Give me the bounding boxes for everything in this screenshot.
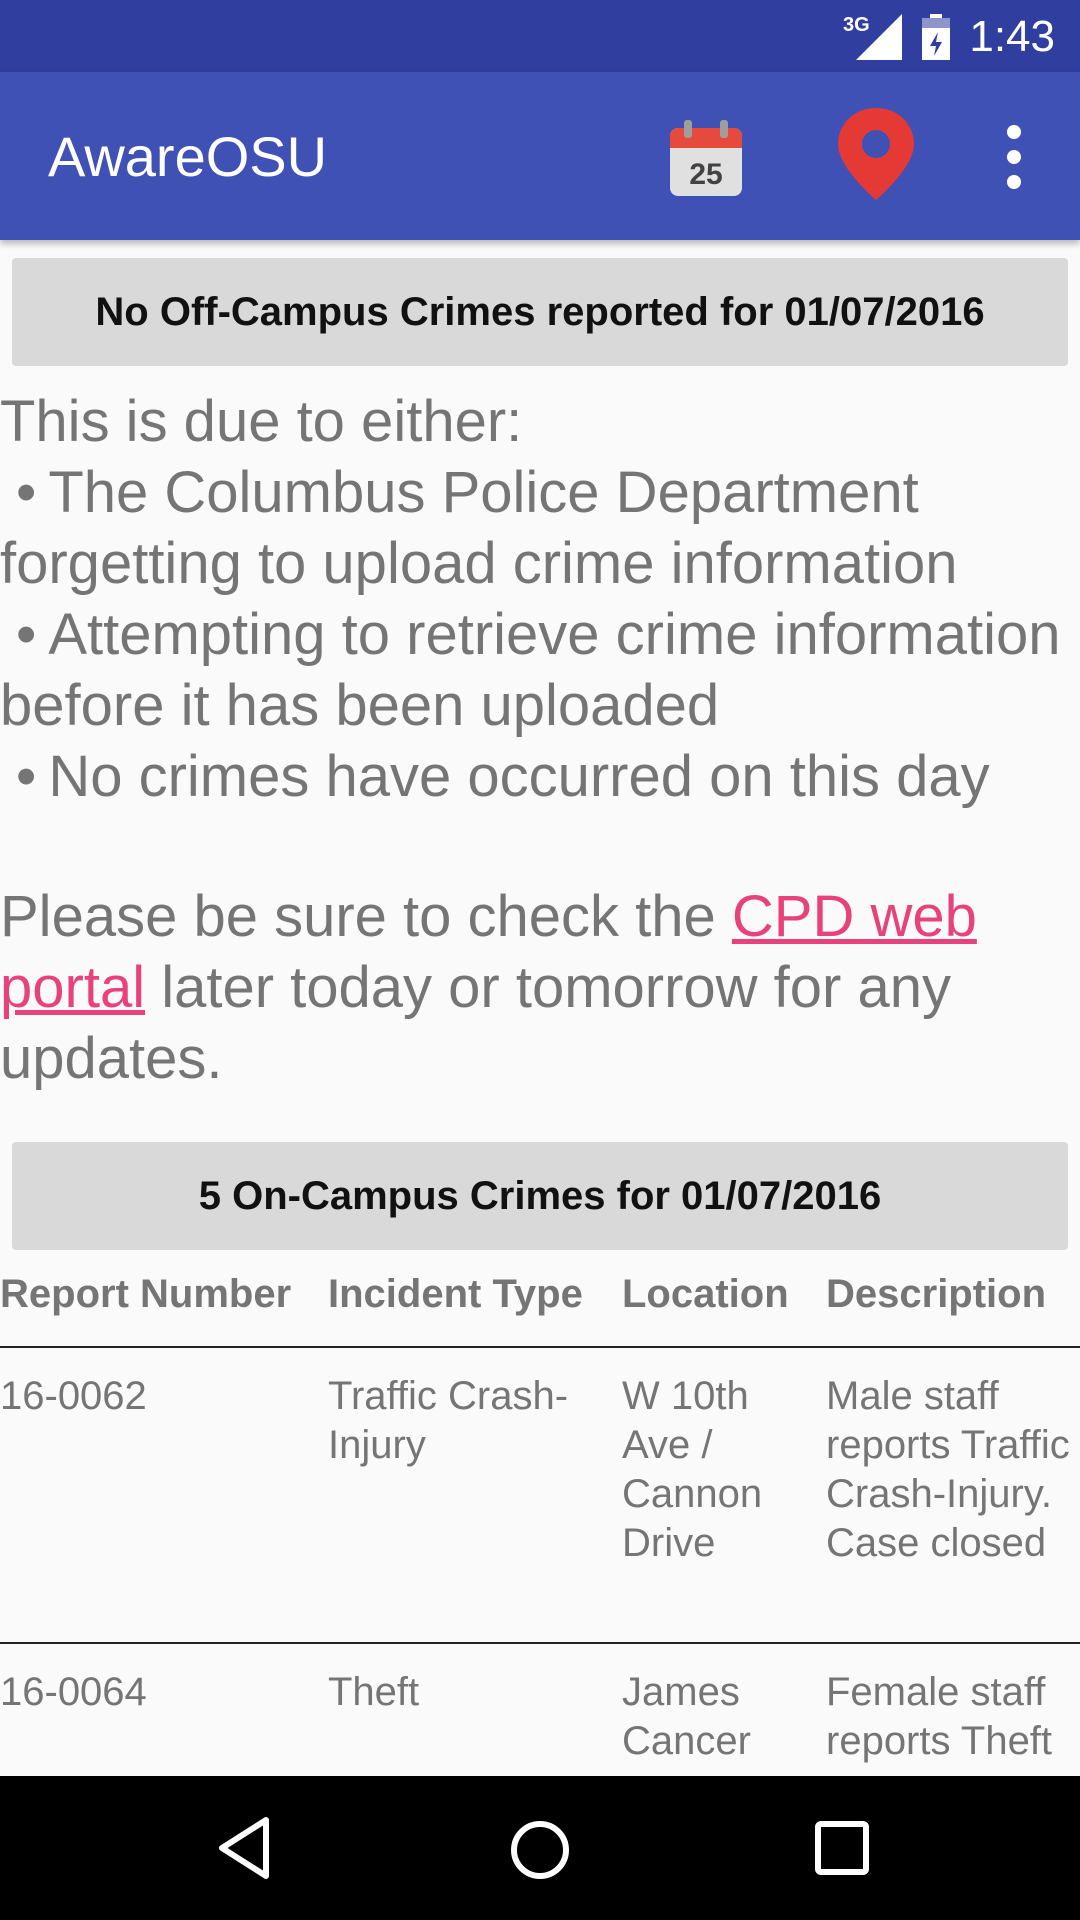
map-location-button[interactable]: [830, 106, 922, 202]
overflow-menu-button[interactable]: [994, 122, 1034, 192]
on-campus-header: 5 On-Campus Crimes for 01/07/2016: [12, 1142, 1068, 1250]
network-type-label: 3G: [843, 14, 870, 36]
bullet-glyph: •: [16, 602, 37, 667]
check-portal-note: Please be sure to check the CPD web port…: [0, 881, 1080, 1094]
incident-type-cell: Traffic Crash-Injury: [328, 1374, 569, 1467]
calendar-icon: 25: [670, 120, 742, 196]
column-header-description: Description: [826, 1272, 1047, 1316]
column-header-location: Location: [622, 1272, 789, 1316]
location-cell: W 10th Ave / Cannon Drive: [622, 1374, 763, 1565]
reason-text: No crimes have occurred on this day: [48, 744, 990, 809]
battery-charging-icon: [922, 14, 950, 60]
column-header-report-number: Report Number: [0, 1272, 292, 1316]
app-bar: AwareOSU 25: [0, 72, 1080, 240]
table-row[interactable]: 16-0062 Traffic Crash-Injury W 10th Ave …: [0, 1348, 1080, 1644]
reason-item: • The Columbus Police Department forgetti…: [0, 457, 1080, 599]
app-title: AwareOSU: [48, 125, 328, 188]
reason-item: • No crimes have occurred on this day: [0, 741, 1080, 812]
home-button[interactable]: [502, 1812, 578, 1888]
reason-item: • Attempting to retrieve crime informatio…: [0, 599, 1080, 741]
location-pin-icon: [838, 108, 914, 200]
table-header-row: Report Number Incident Type Location Des…: [0, 1258, 1080, 1348]
back-icon: [219, 1817, 269, 1879]
crime-table: Report Number Incident Type Location Des…: [0, 1258, 1080, 1844]
calendar-button[interactable]: 25: [664, 116, 748, 200]
status-bar: 3G 1:43: [0, 0, 1080, 72]
explanation-intro: This is due to either:: [0, 389, 523, 454]
bullet-glyph: •: [16, 460, 37, 525]
description-cell: Male staff reports Traffic Crash-Injury.…: [826, 1374, 1070, 1565]
note-text-before: Please be sure to check the: [0, 884, 732, 949]
home-icon: [511, 1821, 569, 1879]
column-header-incident-type: Incident Type: [328, 1272, 583, 1316]
reason-text: The Columbus Police Department forgettin…: [0, 460, 958, 596]
recents-button[interactable]: [806, 1812, 878, 1884]
reason-text: Attempting to retrieve crime information…: [0, 602, 1061, 738]
report-number-cell: 16-0062: [0, 1374, 147, 1418]
location-cell: James Cancer: [622, 1670, 751, 1763]
explanation-text: This is due to either: • The Columbus Pol…: [0, 386, 1080, 812]
incident-type-cell: Theft: [328, 1670, 420, 1714]
bullet-glyph: •: [16, 744, 37, 809]
off-campus-header: No Off-Campus Crimes reported for 01/07/…: [12, 258, 1068, 366]
recents-icon: [815, 1821, 869, 1875]
report-number-cell: 16-0064: [0, 1670, 147, 1714]
back-button[interactable]: [210, 1812, 282, 1884]
system-navigation-bar: [0, 1776, 1080, 1920]
calendar-day: 25: [689, 158, 722, 191]
clock: 1:43: [969, 12, 1055, 61]
description-cell: Female staff reports Theft: [826, 1670, 1053, 1763]
more-vert-icon: [1007, 125, 1021, 189]
